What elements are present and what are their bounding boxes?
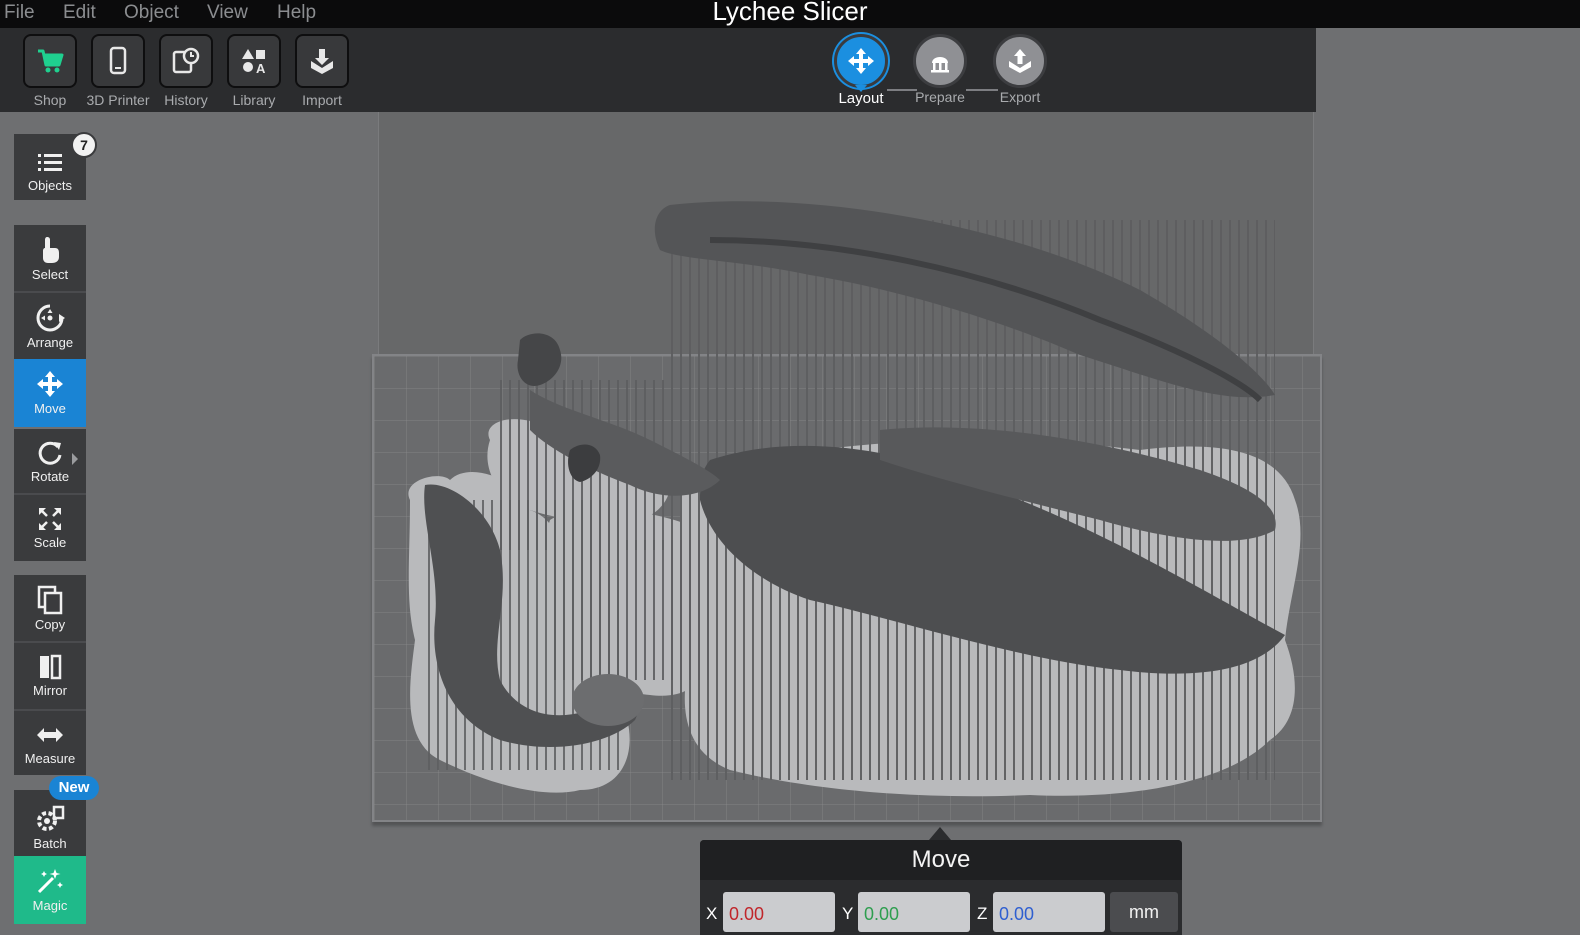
model-with-supports[interactable]	[380, 180, 1320, 820]
objects-label: Objects	[27, 178, 73, 193]
arrange-label: Arrange	[26, 335, 74, 350]
export-icon	[1009, 49, 1031, 73]
rotate-label: Rotate	[30, 469, 70, 484]
y-axis-label: Y	[842, 904, 854, 923]
step-prepare[interactable]	[913, 34, 967, 88]
app-window: File Edit Object View Help Lychee Slicer…	[0, 0, 1580, 935]
cart-icon	[38, 49, 64, 73]
list-icon	[38, 154, 62, 171]
scale-tool-button[interactable]: Scale	[14, 495, 86, 561]
z-position-input[interactable]	[993, 892, 1105, 932]
supports-icon	[931, 57, 949, 73]
menu-edit[interactable]: Edit	[63, 2, 96, 24]
pointer-hand-icon	[43, 237, 59, 263]
mirror-tool-button[interactable]: Mirror	[14, 643, 86, 709]
x-position-input[interactable]	[723, 892, 835, 932]
batch-label: Batch	[33, 836, 67, 851]
arrange-icon	[36, 304, 65, 332]
import-label: Import	[302, 92, 342, 108]
mirror-icon	[40, 654, 62, 680]
top-toolbar: Shop 3D Printer History A Library Import	[0, 28, 1316, 112]
menu-help[interactable]: Help	[277, 2, 316, 24]
y-position-input[interactable]	[858, 892, 970, 932]
shapes-icon: A	[242, 49, 266, 76]
move-panel-title: Move	[700, 840, 1182, 880]
magic-tool-button[interactable]: Magic	[14, 856, 86, 924]
phone-printer-icon	[109, 46, 127, 75]
select-label: Select	[31, 267, 69, 282]
move-tool-button[interactable]: Move	[14, 359, 86, 427]
step-export[interactable]	[993, 34, 1047, 88]
magic-label: Magic	[32, 898, 68, 913]
rotate-submenu-caret-icon[interactable]	[72, 453, 78, 465]
copy-label: Copy	[34, 617, 66, 632]
menu-file[interactable]: File	[4, 2, 35, 24]
step-export-label: Export	[999, 89, 1041, 105]
import-button[interactable]: Import	[288, 34, 356, 110]
scale-label: Scale	[33, 535, 67, 550]
import-icon	[311, 49, 333, 74]
copy-tool-button[interactable]: Copy	[14, 575, 86, 641]
menu-object[interactable]: Object	[124, 2, 179, 24]
move-panel: Move X Y Z mm	[700, 840, 1182, 935]
mirror-label: Mirror	[33, 683, 67, 698]
svg-text:A: A	[256, 61, 266, 76]
menu-bar: File Edit Object View Help Lychee Slicer	[0, 0, 1580, 28]
objects-count-badge: 7	[71, 132, 97, 158]
unit-selector[interactable]: mm	[1110, 892, 1178, 932]
new-badge: New	[49, 776, 99, 800]
measure-arrow-icon	[37, 728, 63, 742]
menu-view[interactable]: View	[207, 2, 248, 24]
select-tool-button[interactable]: Select	[14, 225, 86, 291]
move-label: Move	[34, 401, 66, 416]
move-panel-pointer	[929, 827, 951, 840]
rotate-icon	[38, 441, 62, 465]
step-layout[interactable]	[834, 34, 888, 88]
batch-gears-icon	[37, 805, 65, 831]
copy-icon	[37, 585, 63, 615]
move-arrows-icon	[37, 371, 63, 397]
measure-tool-button[interactable]: Measure	[14, 711, 86, 775]
move-arrows-icon	[848, 48, 874, 74]
scale-icon	[39, 508, 61, 530]
measure-label: Measure	[24, 751, 76, 766]
arrange-tool-button[interactable]: Arrange	[14, 293, 86, 359]
history-icon	[172, 47, 200, 74]
magic-wand-icon	[37, 869, 63, 894]
z-axis-label: Z	[977, 904, 988, 923]
x-axis-label: X	[706, 904, 718, 923]
